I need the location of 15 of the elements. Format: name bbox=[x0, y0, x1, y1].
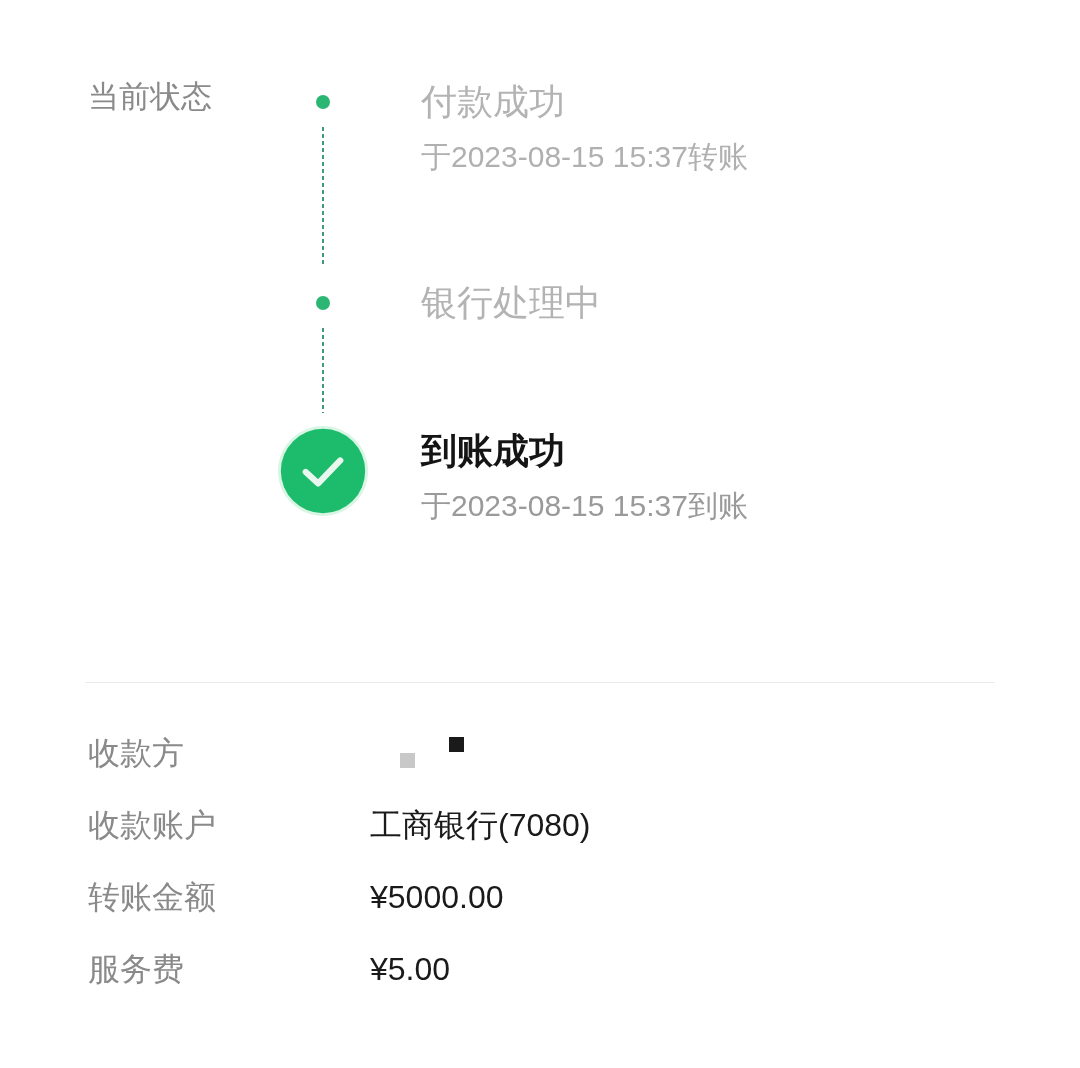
step-title: 到账成功 bbox=[421, 429, 566, 473]
detail-value: ¥5.00 bbox=[370, 950, 451, 989]
step-title: 付款成功 bbox=[421, 80, 566, 124]
step-time: 于2023-08-15 15:37到账 bbox=[421, 488, 748, 524]
step-time: 于2023-08-15 15:37转账 bbox=[421, 139, 748, 175]
detail-value: ¥5000.00 bbox=[370, 878, 504, 917]
step-title: 银行处理中 bbox=[421, 281, 601, 325]
mosaic-tile-icon bbox=[449, 737, 464, 752]
detail-value: 工商银行(7080) bbox=[370, 806, 591, 845]
detail-label: 收款方 bbox=[88, 734, 185, 773]
detail-label: 服务费 bbox=[88, 950, 185, 989]
status-label: 当前状态 bbox=[88, 78, 213, 116]
detail-label: 转账金额 bbox=[88, 878, 217, 917]
mosaic-tile-icon bbox=[400, 753, 415, 768]
detail-label: 收款账户 bbox=[88, 806, 217, 845]
